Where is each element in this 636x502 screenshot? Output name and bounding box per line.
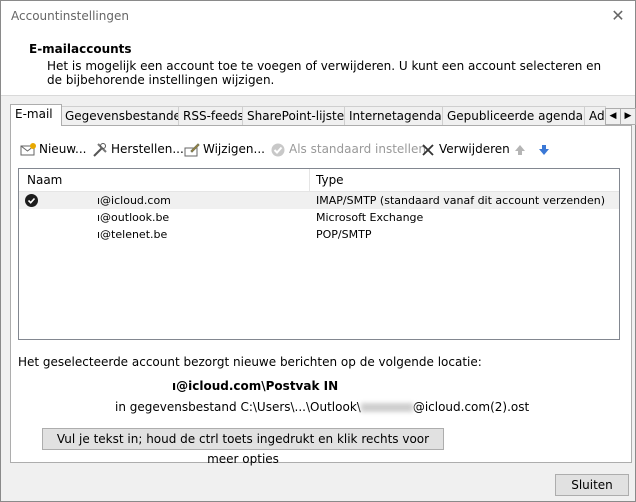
- tab-rss-feeds[interactable]: RSS-feeds: [178, 106, 247, 126]
- move-up-button[interactable]: [512, 140, 531, 158]
- account-list: Naam Type ı@icloud.com IMAP/SMTP (standa…: [18, 168, 620, 340]
- hint-button[interactable]: Vul je tekst in; houd de ctrl toets inge…: [42, 428, 444, 466]
- remove-button[interactable]: Verwijderen: [420, 140, 510, 158]
- column-header-name[interactable]: Naam: [27, 173, 62, 187]
- tab-scroll-left-icon[interactable]: ◀: [605, 108, 621, 125]
- edit-account-icon: [184, 142, 200, 156]
- account-row-telenet[interactable]: ı@telenet.be POP/SMTP: [19, 226, 619, 243]
- column-separator[interactable]: [309, 169, 310, 191]
- header-description: Het is mogelijk een account toe te voege…: [47, 59, 602, 87]
- data-file-prefix: in gegevensbestand C:\Users\...\Outlook\: [115, 400, 361, 414]
- data-file-suffix: @icloud.com(2).ost: [412, 400, 530, 414]
- column-header-type[interactable]: Type: [316, 173, 344, 187]
- tab-data-files[interactable]: Gegevensbestanden: [60, 106, 189, 126]
- data-file-path: in gegevensbestand C:\Users\...\Outlook\…: [115, 400, 529, 414]
- delete-x-icon: [422, 143, 434, 156]
- tab-sharepoint-lists[interactable]: SharePoint-lijsten: [242, 106, 352, 126]
- tab-internet-calendars[interactable]: Internetagenda's: [344, 106, 451, 126]
- account-type: Microsoft Exchange: [316, 211, 424, 224]
- change-button[interactable]: Wijzigen...: [184, 140, 265, 158]
- delivery-mailbox: ı@icloud.com\Postvak IN: [172, 379, 339, 393]
- close-button[interactable]: Sluiten: [555, 474, 629, 496]
- default-account-icon: [25, 194, 38, 207]
- account-name: ı@icloud.com: [97, 194, 171, 207]
- dialog-header: E-mailaccounts Het is mogelijk een accou…: [1, 31, 635, 96]
- tab-scroll-right-icon[interactable]: ▶: [620, 108, 636, 125]
- account-name: ı@outlook.be: [97, 211, 170, 224]
- close-icon[interactable]: ✕: [607, 5, 629, 27]
- window-title: Accountinstellingen: [11, 9, 129, 23]
- check-circle-icon: [271, 143, 285, 156]
- change-label: Wijzigen...: [203, 142, 265, 156]
- redacted-name: [360, 403, 413, 412]
- account-toolbar: Nieuw... Herstellen... Wijzigen... Als s…: [14, 140, 614, 158]
- account-row-outlook[interactable]: ı@outlook.be Microsoft Exchange: [19, 209, 619, 226]
- set-default-label: Als standaard instellen: [289, 142, 426, 156]
- arrow-up-icon: [515, 144, 525, 155]
- account-row-icloud[interactable]: ı@icloud.com IMAP/SMTP (standaard vanaf …: [19, 192, 619, 209]
- tools-icon: [93, 142, 107, 157]
- title-bar: Accountinstellingen ✕: [1, 1, 635, 31]
- set-default-button[interactable]: Als standaard instellen: [270, 140, 426, 158]
- tab-scroll-buttons: ◀ ▶: [605, 108, 636, 125]
- account-name: ı@telenet.be: [97, 228, 168, 241]
- tab-address-books[interactable]: Ad: [584, 106, 606, 126]
- account-type: IMAP/SMTP (standaard vanaf dit account v…: [316, 194, 606, 207]
- move-down-button[interactable]: [536, 140, 555, 158]
- repair-button[interactable]: Herstellen...: [92, 140, 184, 158]
- tab-email[interactable]: E-mail: [10, 104, 62, 126]
- header-title: E-mailaccounts: [29, 42, 132, 56]
- new-account-label: Nieuw...: [39, 142, 87, 156]
- tab-published-calendars[interactable]: Gepubliceerde agenda's: [442, 106, 593, 126]
- new-mail-icon: [20, 142, 36, 155]
- delivery-location-label: Het geselecteerde account bezorgt nieuwe…: [18, 355, 482, 369]
- arrow-down-icon: [539, 144, 549, 155]
- tab-strip: E-mail Gegevensbestanden RSS-feeds Share…: [10, 104, 636, 126]
- account-type: POP/SMTP: [316, 228, 372, 241]
- repair-label: Herstellen...: [111, 142, 184, 156]
- new-account-button[interactable]: Nieuw...: [20, 140, 86, 158]
- remove-label: Verwijderen: [439, 142, 510, 156]
- list-header: Naam Type: [19, 169, 619, 192]
